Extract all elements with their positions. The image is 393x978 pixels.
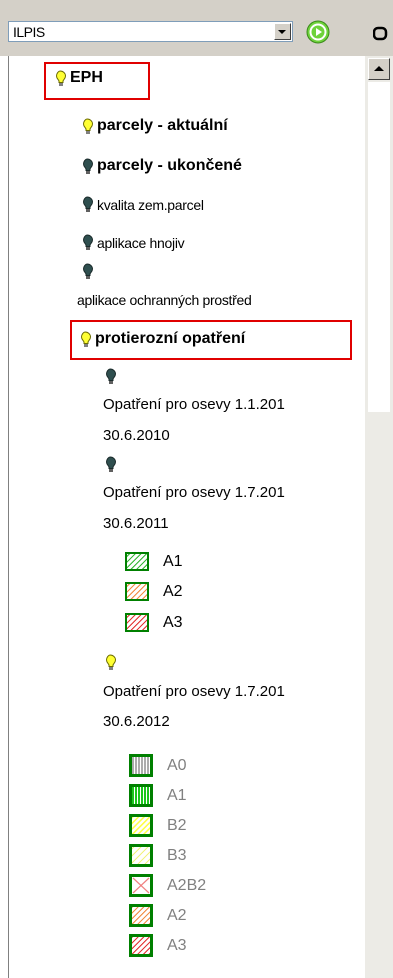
- legend-label: A0: [167, 756, 187, 774]
- legend-swatch: [129, 934, 153, 957]
- bulb-off-icon: [83, 234, 93, 251]
- bulb-on-icon: [56, 70, 66, 86]
- legend-item: B2: [129, 814, 187, 837]
- legend-label: A3: [163, 613, 183, 631]
- tree-node-layer[interactable]: kvalita zem.parcel: [82, 196, 204, 213]
- layer-tree: [8, 56, 393, 978]
- tree-node-label: EPH: [70, 69, 103, 86]
- chevron-down-icon[interactable]: [274, 23, 291, 40]
- legend-item: A0: [129, 754, 187, 777]
- tree-node-label: 30.6.2011: [103, 515, 169, 532]
- tree-node-label: Opatření pro osevy 1.7.201: [103, 484, 285, 501]
- play-icon: [306, 20, 330, 44]
- tree-node-label: Opatření pro osevy 1.7.201: [103, 683, 285, 700]
- legend-item: B3: [129, 844, 187, 867]
- tree-node-label: aplikace ochranných prostřed: [77, 292, 252, 308]
- legend-swatch: [129, 844, 153, 867]
- toolbar: ILPIS: [0, 0, 393, 56]
- tree-node-label: 30.6.2012: [103, 713, 170, 730]
- legend-swatch: [125, 613, 149, 632]
- legend-label: B2: [167, 816, 187, 834]
- legend-label: A2: [167, 906, 187, 924]
- legend-item: A3: [125, 613, 183, 632]
- legend-swatch: [125, 552, 149, 571]
- legend-item: A3: [129, 934, 187, 957]
- layer-select-value: ILPIS: [13, 24, 45, 40]
- legend-swatch: [129, 814, 153, 837]
- scroll-thumb[interactable]: [368, 82, 390, 412]
- tree-node-layer[interactable]: parcely - ukončené: [82, 157, 242, 175]
- bulb-off-icon: [106, 456, 116, 473]
- legend-swatch: [125, 582, 149, 601]
- play-button[interactable]: [306, 20, 330, 49]
- tree-node-child[interactable]: [105, 456, 117, 473]
- legend-label: A2B2: [167, 876, 207, 894]
- legend-label: A1: [163, 552, 183, 570]
- tree-node-label: 30.6.2010: [103, 427, 170, 444]
- legend-label: A3: [167, 936, 187, 954]
- legend-swatch: [129, 874, 153, 897]
- bulb-off-icon: [83, 196, 93, 213]
- legend-swatch: [129, 784, 153, 807]
- tree-node-layer[interactable]: [82, 263, 94, 280]
- tree-node-layer[interactable]: parcely - aktuální: [82, 117, 228, 135]
- tree-node-layer[interactable]: aplikace hnojiv: [82, 234, 185, 251]
- bulb-on-icon: [106, 654, 116, 671]
- bulb-off-icon: [106, 368, 116, 385]
- layer-select[interactable]: ILPIS: [8, 21, 293, 42]
- legend-item: A2: [129, 904, 187, 927]
- legend-item: A1: [129, 784, 187, 807]
- tree-node-group[interactable]: protierozní opatření: [80, 330, 245, 348]
- tree-node-label: kvalita zem.parcel: [97, 196, 204, 213]
- bulb-off-icon: [83, 263, 93, 280]
- tree-node-child[interactable]: [105, 368, 117, 385]
- legend-label: B3: [167, 846, 187, 864]
- legend-label: A2: [163, 582, 183, 600]
- legend-item: A2: [125, 582, 183, 601]
- legend-item: A1: [125, 552, 183, 571]
- vertical-scrollbar[interactable]: [365, 56, 393, 978]
- bulb-off-icon: [83, 158, 93, 174]
- stop-icon: [372, 26, 388, 41]
- scroll-up-button[interactable]: [368, 58, 390, 80]
- legend-swatch: [129, 754, 153, 777]
- tree-node-label: parcely - ukončené: [97, 157, 242, 174]
- tree-node-eph[interactable]: EPH: [55, 69, 103, 87]
- legend-item: A2B2: [129, 874, 206, 897]
- tree-node-label: Opatření pro osevy 1.1.201: [103, 396, 285, 413]
- legend-label: A1: [167, 786, 187, 804]
- stop-button[interactable]: [372, 26, 389, 47]
- tree-node-child[interactable]: [105, 654, 117, 671]
- tree-node-label: protierozní opatření: [95, 330, 246, 347]
- tree-node-label: parcely - aktuální: [97, 117, 228, 134]
- tree-node-label: aplikace hnojiv: [97, 234, 185, 251]
- bulb-on-icon: [81, 331, 91, 347]
- bulb-on-icon: [83, 118, 93, 134]
- legend-swatch: [129, 904, 153, 927]
